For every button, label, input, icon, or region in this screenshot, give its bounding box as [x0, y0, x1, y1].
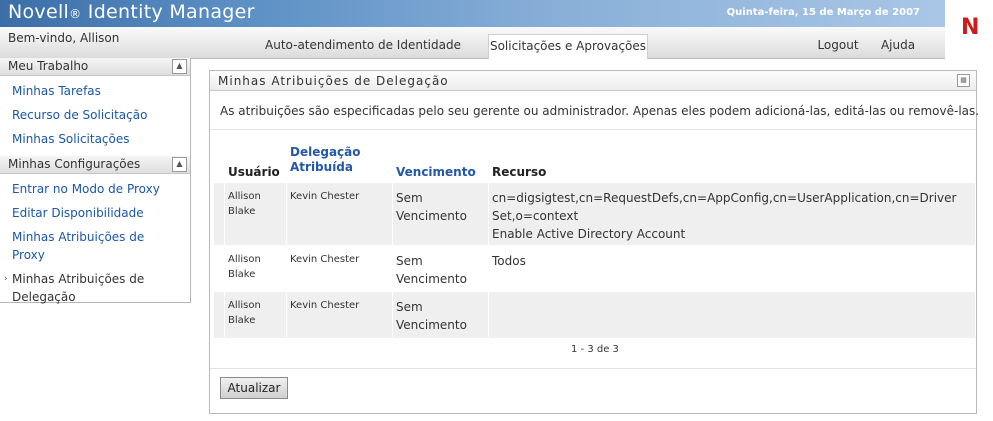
collapse-icon[interactable]: ▲ [172, 157, 187, 172]
section-my-settings-header: Minhas Configurações ▲ [0, 156, 190, 174]
panel-description: As atribuições são especificadas pelo se… [220, 104, 980, 118]
column-divider [224, 183, 225, 245]
delegate-cell: Kevin Chester [290, 191, 360, 202]
collapse-icon[interactable]: ▲ [172, 59, 187, 74]
app-title: Novell® Identity Manager [8, 1, 255, 23]
sidebar: Meu Trabalho ▲ Minhas Tarefas Recurso de… [0, 58, 191, 304]
pagination-status: 1 - 3 de 3 [571, 344, 619, 355]
logout-link[interactable]: Logout [810, 34, 866, 58]
column-divider [488, 292, 489, 338]
column-header-user: Usuário [228, 165, 280, 179]
column-divider [392, 183, 393, 245]
column-header-resource: Recurso [492, 165, 547, 179]
delegate-assignments-panel: Minhas Atribuições de Delegação ▦ As atr… [209, 70, 980, 414]
resource-dn: Todos [492, 254, 526, 268]
table-row: Allison Blake Kevin Chester Sem Vencimen… [214, 292, 975, 338]
sidebar-item-my-requests[interactable]: Minhas Solicitações [0, 127, 190, 151]
sidebar-item-enter-proxy-mode[interactable]: Entrar no Modo de Proxy [0, 177, 190, 201]
header-banner: Novell® Identity Manager Quinta-feira, 1… [0, 0, 945, 27]
resource-dn: cn=digsigtest,cn=RequestDefs,cn=AppConfi… [492, 191, 957, 223]
table-row: Allison Blake Kevin Chester Sem Vencimen… [214, 183, 975, 245]
resource-cell: Todos [492, 252, 972, 270]
top-navigation: Bem-vindo, Allison Auto-atendimento de I… [0, 27, 945, 59]
tab-requests-approvals[interactable]: Solicitações e Aprovações [488, 34, 648, 59]
novell-logo-letter: N [961, 15, 980, 40]
panel-title: Minhas Atribuições de Delegação [218, 74, 449, 88]
panel-header: Minhas Atribuições de Delegação ▦ [210, 71, 976, 91]
sidebar-item-edit-availability[interactable]: Editar Disponibilidade [0, 201, 190, 225]
welcome-message: Bem-vindo, Allison [8, 31, 120, 45]
expiration-cell: Sem Vencimento [396, 191, 467, 223]
divider [210, 368, 976, 369]
column-divider [224, 292, 225, 338]
expiration-cell: Sem Vencimento [396, 254, 467, 286]
column-divider [488, 183, 489, 245]
section-title: Minhas Configurações [8, 157, 141, 171]
brand-registered-mark: ® [69, 7, 82, 21]
user-cell: Allison Blake [228, 300, 261, 326]
brand-product: Identity Manager [81, 1, 255, 23]
column-divider [392, 292, 393, 338]
expiration-cell: Sem Vencimento [396, 300, 467, 332]
section-my-settings-items: Entrar no Modo de Proxy Editar Disponibi… [0, 174, 190, 314]
user-cell: Allison Blake [228, 191, 261, 217]
section-my-work-items: Minhas Tarefas Recurso de Solicitação Mi… [0, 76, 190, 156]
brand-name: Novell [8, 1, 70, 23]
refresh-button[interactable]: Atualizar [220, 377, 288, 399]
novell-logo: N [945, 0, 993, 58]
sidebar-item-my-delegate-assignments[interactable]: › Minhas Atribuições de Delegação [0, 267, 190, 309]
column-header-expiration[interactable]: Vencimento [396, 165, 476, 180]
resource-cell: cn=digsigtest,cn=RequestDefs,cn=AppConfi… [492, 189, 972, 243]
delegate-cell: Kevin Chester [290, 300, 360, 311]
resource-name: Enable Active Directory Account [492, 227, 686, 241]
customize-icon[interactable]: ▦ [957, 74, 970, 87]
table-row: Allison Blake Kevin Chester Sem Vencimen… [214, 246, 975, 292]
sidebar-item-label: Minhas Atribuições de Delegação [12, 272, 145, 304]
section-title: Meu Trabalho [8, 59, 89, 73]
sidebar-item-my-tasks[interactable]: Minhas Tarefas [0, 79, 190, 103]
section-my-work-header: Meu Trabalho ▲ [0, 58, 190, 76]
delegate-cell: Kevin Chester [290, 254, 360, 265]
bullet-icon: › [4, 274, 8, 284]
divider [210, 129, 976, 130]
tab-identity-self-service[interactable]: Auto-atendimento de Identidade [263, 34, 463, 58]
sidebar-item-request-resource[interactable]: Recurso de Solicitação [0, 103, 190, 127]
user-cell: Allison Blake [228, 254, 261, 280]
sidebar-item-my-proxy-assignments[interactable]: Minhas Atribuições de Proxy [0, 225, 190, 267]
column-header-delegate[interactable]: Delegação Atribuída [290, 145, 380, 175]
current-date: Quinta-feira, 15 de Março de 2007 [726, 7, 920, 18]
help-link[interactable]: Ajuda [873, 34, 923, 58]
